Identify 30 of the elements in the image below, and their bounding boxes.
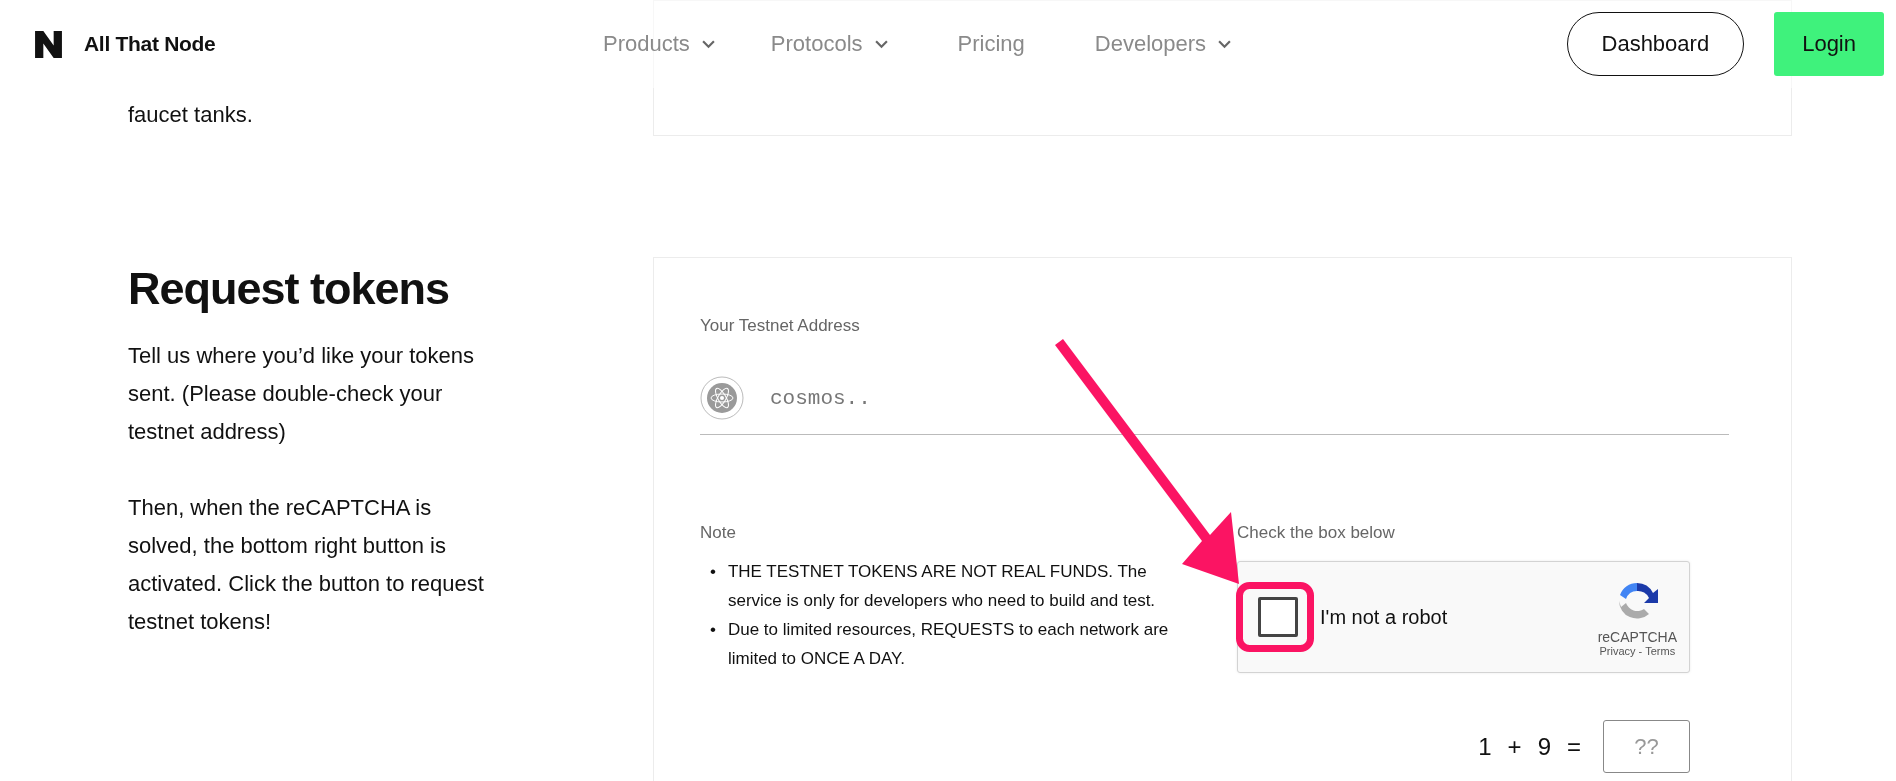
- privacy-link[interactable]: Privacy: [1599, 645, 1636, 657]
- dashboard-button[interactable]: Dashboard: [1566, 12, 1745, 76]
- bullet: •: [710, 619, 716, 641]
- bullet: •: [710, 561, 716, 583]
- instruction-text: Then, when the reCAPTCHA is solved, the bottom right button is activated. Click the button to request testnet tokens!: [128, 494, 485, 636]
- chevron-down-icon: [1218, 39, 1232, 49]
- field-label: Your Testnet Address: [700, 316, 861, 336]
- brand-name: All That Node: [84, 32, 216, 56]
- captcha-brand: reCAPTCHA: [1597, 629, 1677, 645]
- intro-text: faucet tanks.: [128, 101, 254, 129]
- field-label: Note: [700, 523, 737, 543]
- answer-field[interactable]: ??: [1603, 720, 1690, 773]
- terms-link[interactable]: Terms: [1645, 645, 1676, 657]
- login-button[interactable]: Login: [1774, 12, 1884, 76]
- instruction-text: Tell us where you’d like your tokens sent. (Please double-check your testnet address): [128, 342, 476, 446]
- captcha-checkbox[interactable]: [1258, 597, 1298, 637]
- atom-icon: [700, 376, 744, 420]
- note-item: THE TESTNET TOKENS ARE NOT REAL FUNDS. The service is only for developers who need to build and test.: [727, 561, 1157, 612]
- field-label: Check the box below: [1237, 523, 1396, 543]
- note-item: Due to limited resources, REQUESTS to each network are limited to ONCE A DAY.: [727, 619, 1170, 670]
- logo-icon: [33, 28, 64, 60]
- math-operand: 9: [1537, 732, 1551, 761]
- section-title: Request tokens: [128, 263, 451, 315]
- chevron-down-icon: [874, 39, 888, 49]
- checkbox-label: I'm not a robot: [1320, 605, 1448, 629]
- math-operand: 1: [1478, 732, 1492, 761]
- math-operator: =: [1567, 732, 1581, 761]
- math-operator: +: [1507, 732, 1522, 761]
- link-separator: -: [1638, 645, 1643, 657]
- chevron-down-icon: [701, 39, 715, 49]
